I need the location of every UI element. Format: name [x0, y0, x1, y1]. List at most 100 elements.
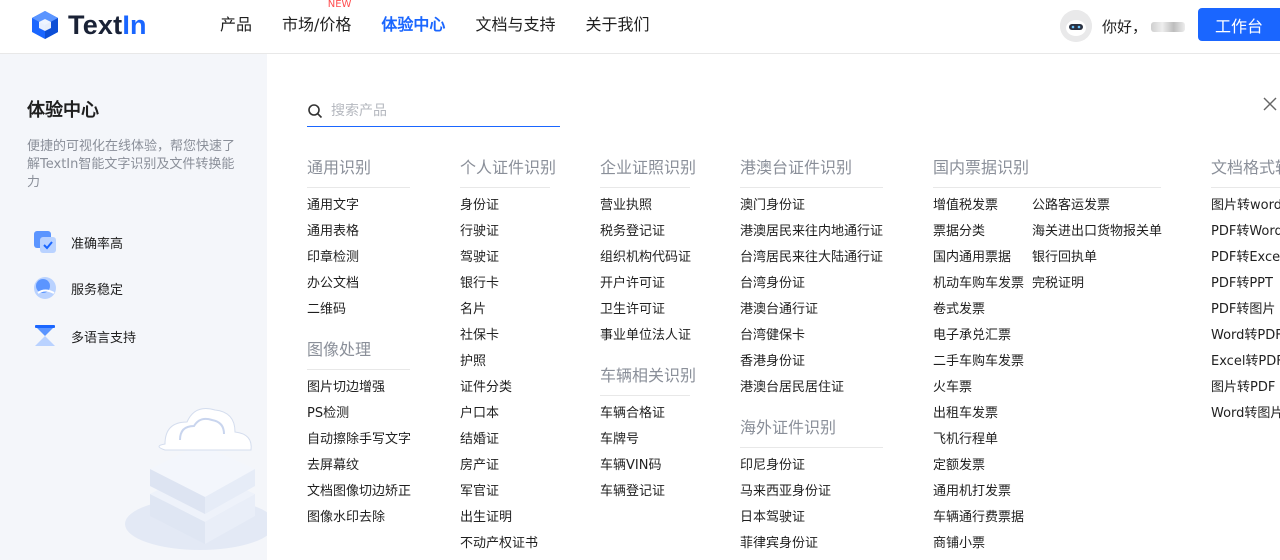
menu-item-general[interactable]: 通用表格: [307, 219, 359, 245]
menu-item-personal[interactable]: 银行卡: [460, 271, 538, 297]
menu-item-personal[interactable]: 户口本: [460, 401, 538, 427]
menu-item-hkmt[interactable]: 台湾居民来往大陆通行证: [740, 245, 883, 271]
nav-experience-center[interactable]: 体验中心: [381, 0, 445, 54]
menu-item-enterprise[interactable]: 开户许可证: [600, 271, 691, 297]
search-bar[interactable]: [307, 96, 560, 127]
menu-item-invoice[interactable]: 票据分类: [933, 219, 1024, 245]
menu-item-invoice[interactable]: 增值税发票: [933, 193, 1024, 219]
menu-item-image[interactable]: PS检测: [307, 401, 411, 427]
menu-item-personal[interactable]: 房产证: [460, 453, 538, 479]
menu-item-invoice[interactable]: 完税证明: [1032, 271, 1162, 297]
menu-item-overseas[interactable]: 马来西亚身份证: [740, 479, 831, 505]
feature-stability: 服务稳定: [32, 275, 123, 301]
robot-avatar-icon: [1059, 10, 1092, 42]
category-general-recognition: 通用识别: [307, 156, 410, 188]
menu-item-personal[interactable]: 名片: [460, 297, 538, 323]
menu-item-hkmt[interactable]: 港澳台通行证: [740, 297, 883, 323]
category-enterprise-license: 企业证照识别: [600, 156, 696, 188]
menu-item-general[interactable]: 印章检测: [307, 245, 359, 271]
menu-item-enterprise[interactable]: 税务登记证: [600, 219, 691, 245]
workbench-button[interactable]: 工作台: [1198, 8, 1280, 41]
menu-item-vehicle[interactable]: 车牌号: [600, 427, 665, 453]
general-recognition-list: 通用文字 通用表格 印章检测 办公文档 二维码: [307, 193, 359, 323]
menu-item-general[interactable]: 二维码: [307, 297, 359, 323]
menu-item-invoice[interactable]: 卷式发票: [933, 297, 1024, 323]
category-domestic-invoice: 国内票据识别: [933, 156, 1161, 188]
sidebar-title: 体验中心: [27, 100, 99, 121]
menu-item-image[interactable]: 自动擦除手写文字: [307, 427, 411, 453]
product-menu-panel: 通用识别 通用文字通用表格印章检测办公文档二维码 图像处理 图片切边增强PS检测…: [267, 54, 1280, 560]
menu-item-personal[interactable]: 护照: [460, 349, 538, 375]
menu-item-vehicle[interactable]: 车辆登记证: [600, 479, 665, 505]
category-image-processing: 图像处理: [307, 338, 410, 370]
menu-item-invoice[interactable]: 二手车购车发票: [933, 349, 1024, 375]
menu-item-vehicle[interactable]: 车辆VIN码: [600, 453, 665, 479]
menu-item-image[interactable]: 图像水印去除: [307, 505, 411, 531]
search-input[interactable]: [331, 103, 551, 119]
menu-item-image[interactable]: 图片切边增强: [307, 375, 411, 401]
nav-products[interactable]: 产品: [220, 0, 252, 54]
menu-item-personal[interactable]: 驾驶证: [460, 245, 538, 271]
menu-item-invoice[interactable]: 火车票: [933, 375, 1024, 401]
menu-item-invoice[interactable]: 机动车购车发票: [933, 271, 1024, 297]
menu-item-invoice[interactable]: 车辆通行费票据: [933, 505, 1024, 531]
menu-item-docconv[interactable]: Word转PDF: [1211, 323, 1280, 349]
menu-item-image[interactable]: 去屏幕纹: [307, 453, 411, 479]
overseas-id-list: 印尼身份证 马来西亚身份证 日本驾驶证 菲律宾身份证: [740, 453, 831, 557]
menu-item-image[interactable]: 文档图像切边矫正: [307, 479, 411, 505]
menu-item-personal[interactable]: 社保卡: [460, 323, 538, 349]
category-doc-conversion: 文档格式转: [1211, 156, 1280, 188]
menu-item-invoice[interactable]: 通用机打发票: [933, 479, 1024, 505]
menu-item-hkmt[interactable]: 香港身份证: [740, 349, 883, 375]
menu-item-hkmt[interactable]: 澳门身份证: [740, 193, 883, 219]
menu-item-overseas[interactable]: 日本驾驶证: [740, 505, 831, 531]
menu-item-enterprise[interactable]: 事业单位法人证: [600, 323, 691, 349]
menu-item-docconv[interactable]: 图片转PDF: [1211, 375, 1280, 401]
menu-item-docconv[interactable]: Excel转PDF: [1211, 349, 1280, 375]
nav-market-pricing[interactable]: 市场/价格 NEW: [282, 0, 351, 54]
user-menu[interactable]: 你好，: [1059, 10, 1185, 42]
menu-item-hkmt[interactable]: 港澳台居民居住证: [740, 375, 883, 401]
menu-item-personal[interactable]: 身份证: [460, 193, 538, 219]
menu-item-personal[interactable]: 出生证明: [460, 505, 538, 531]
menu-item-enterprise[interactable]: 卫生许可证: [600, 297, 691, 323]
menu-item-docconv[interactable]: 图片转word: [1211, 193, 1280, 219]
nav-about-us[interactable]: 关于我们: [585, 0, 649, 54]
menu-item-enterprise[interactable]: 营业执照: [600, 193, 691, 219]
menu-item-vehicle[interactable]: 车辆合格证: [600, 401, 665, 427]
avatar[interactable]: [1059, 10, 1092, 42]
hkmt-id-list: 澳门身份证 港澳居民来往内地通行证 台湾居民来往大陆通行证 台湾身份证 港澳台通行证 台湾…: [740, 193, 883, 401]
menu-item-docconv[interactable]: PDF转图片: [1211, 297, 1280, 323]
close-icon[interactable]: [1262, 96, 1278, 112]
menu-item-invoice[interactable]: 商铺小票: [933, 531, 1024, 557]
menu-item-general[interactable]: 办公文档: [307, 271, 359, 297]
menu-item-invoice[interactable]: 海关进出口货物报关单: [1032, 219, 1162, 245]
menu-item-enterprise[interactable]: 组织机构代码证: [600, 245, 691, 271]
menu-item-docconv[interactable]: PDF转PPT: [1211, 271, 1280, 297]
menu-item-general[interactable]: 通用文字: [307, 193, 359, 219]
menu-item-personal[interactable]: 不动产权证书: [460, 531, 538, 557]
menu-item-invoice[interactable]: 定额发票: [933, 453, 1024, 479]
menu-item-invoice[interactable]: 电子承兑汇票: [933, 323, 1024, 349]
menu-item-personal[interactable]: 军官证: [460, 479, 538, 505]
menu-item-personal[interactable]: 结婚证: [460, 427, 538, 453]
menu-item-personal[interactable]: 证件分类: [460, 375, 538, 401]
menu-item-invoice[interactable]: 银行回执单: [1032, 245, 1162, 271]
menu-item-invoice[interactable]: 公路客运发票: [1032, 193, 1162, 219]
menu-item-hkmt[interactable]: 台湾健保卡: [740, 323, 883, 349]
menu-item-docconv[interactable]: PDF转Excel: [1211, 245, 1280, 271]
menu-item-overseas[interactable]: 菲律宾身份证: [740, 531, 831, 557]
nav-docs-support[interactable]: 文档与支持: [475, 0, 555, 54]
menu-item-docconv[interactable]: PDF转Word: [1211, 219, 1280, 245]
menu-item-overseas[interactable]: 印尼身份证: [740, 453, 831, 479]
category-hkmt-id: 港澳台证件识别: [740, 156, 883, 188]
doc-conversion-list: 图片转word PDF转Word PDF转Excel PDF转PPT PDF转图片 Wor…: [1211, 193, 1280, 427]
menu-item-docconv[interactable]: Word转图片: [1211, 401, 1280, 427]
menu-item-personal[interactable]: 行驶证: [460, 219, 538, 245]
textin-logo[interactable]: TextIn: [30, 9, 147, 41]
menu-item-hkmt[interactable]: 台湾身份证: [740, 271, 883, 297]
menu-item-invoice[interactable]: 出租车发票: [933, 401, 1024, 427]
menu-item-invoice[interactable]: 飞机行程单: [933, 427, 1024, 453]
menu-item-invoice[interactable]: 国内通用票据: [933, 245, 1024, 271]
menu-item-hkmt[interactable]: 港澳居民来往内地通行证: [740, 219, 883, 245]
